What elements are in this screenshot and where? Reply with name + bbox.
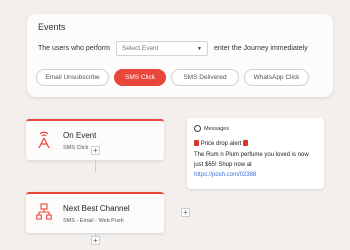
add-branch-button[interactable]: +: [181, 208, 190, 217]
chip-sms-click[interactable]: SMS Click: [114, 69, 166, 86]
best-channel-title: Next Best Channel: [63, 204, 130, 213]
message-link[interactable]: https://posh.com/02388: [194, 172, 256, 178]
connector-line: [95, 160, 96, 172]
trigger-sentence: The users who perform Select Event ▼ ent…: [38, 41, 308, 56]
alert-badge-icon: [194, 140, 199, 146]
trigger-suffix: enter the Journey immediately: [213, 45, 308, 52]
event-select[interactable]: Select Event ▼: [115, 41, 208, 56]
chip-whatsapp-click[interactable]: WhatsApp Click: [244, 69, 309, 86]
chip-email-unsubscribe[interactable]: Email Unsubscribe: [36, 69, 109, 86]
message-body-line-1: The Rum n Plum perfume you loved is now: [194, 152, 309, 158]
events-title: Events: [38, 22, 66, 32]
best-channel-node[interactable]: Next Best Channel SMS - Email - Web Push: [26, 192, 164, 233]
price-drop-line: Price drop alert: [194, 140, 249, 147]
chip-sms-delivered[interactable]: SMS Delivered: [171, 69, 239, 86]
sms-preview-card: Messages Price drop alert The Rum n Plum…: [187, 118, 324, 189]
message-app-icon: [194, 125, 201, 132]
message-body-line-2: just $65! Shop now at: [194, 162, 252, 168]
chevron-down-icon: ▼: [197, 45, 202, 52]
price-drop-text: Price drop alert: [200, 141, 242, 147]
event-select-placeholder: Select Event: [121, 45, 159, 52]
event-chips: Email Unsubscribe SMS Click SMS Delivere…: [36, 69, 314, 86]
trigger-prefix: The users who perform: [38, 45, 110, 52]
sms-preview-header: Messages: [194, 125, 229, 132]
on-event-title: On Event: [63, 131, 97, 140]
alert-badge-icon: [243, 140, 249, 146]
on-event-subtitle: SMS Click: [63, 145, 89, 151]
message-app-name: Messages: [204, 125, 230, 132]
add-step-button[interactable]: +: [91, 146, 100, 155]
signal-tower-icon: [38, 131, 50, 149]
events-card: Events The users who perform Select Even…: [27, 14, 333, 97]
network-hierarchy-icon: [36, 203, 52, 220]
add-step-button-bottom[interactable]: +: [91, 236, 100, 245]
best-channel-subtitle: SMS - Email - Web Push: [63, 218, 124, 224]
